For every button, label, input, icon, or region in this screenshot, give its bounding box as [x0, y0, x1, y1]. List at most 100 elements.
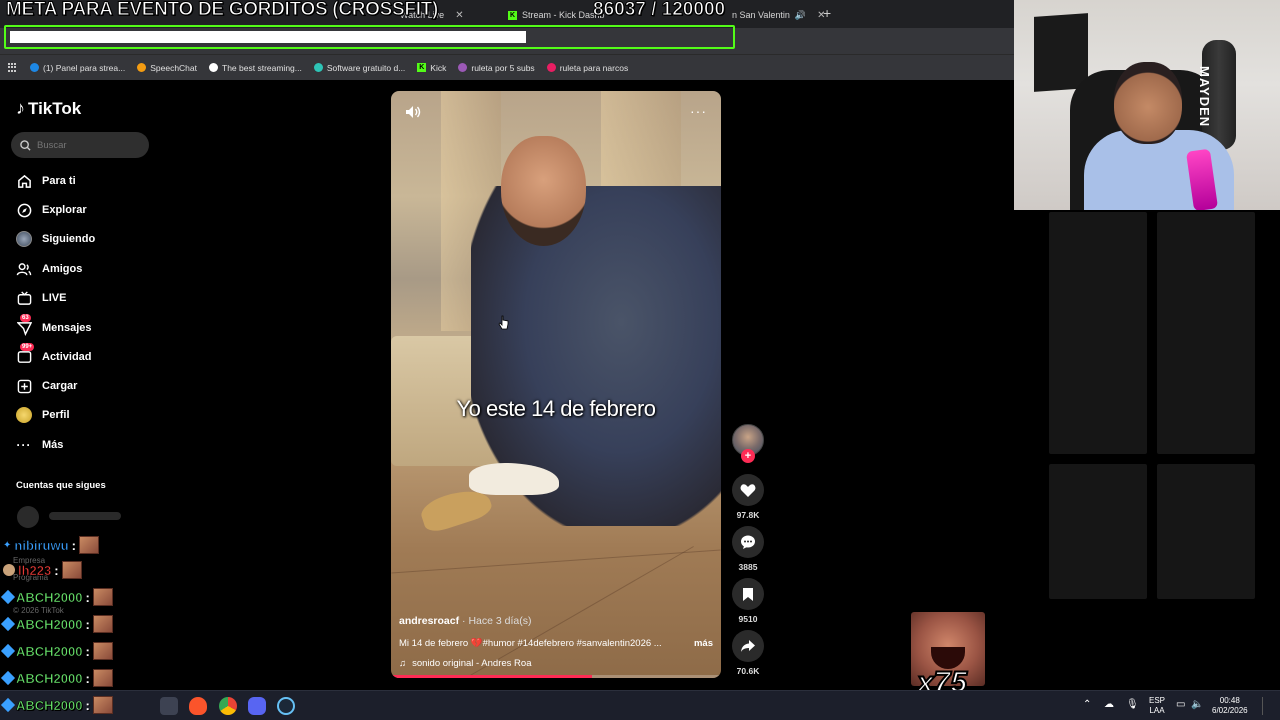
bookmark-item[interactable]: ruleta para narcos: [546, 62, 629, 73]
nav-live[interactable]: LIVE: [16, 290, 66, 306]
music-note-icon: ♫: [399, 658, 407, 669]
nav-label: Para ti: [42, 175, 76, 187]
compass-icon: [16, 202, 32, 218]
chat-username: ABCH2000: [16, 643, 83, 659]
search-input[interactable]: [37, 139, 137, 151]
clock-date: 6/02/2026: [1212, 706, 1248, 715]
language-code: ESP: [1149, 696, 1166, 705]
stream-goal-title: META PARA EVENTO DE GORDITOS (CROSSFIT): [5, 0, 439, 21]
video-description: Mi 14 de febrero 💔#humor #14defebrero #s…: [399, 638, 662, 649]
save-action[interactable]: 9510: [731, 578, 765, 624]
chat-emote-icon: [92, 669, 113, 687]
chrome-icon[interactable]: [219, 697, 237, 715]
bookmark-item[interactable]: (1) Panel para strea...: [30, 63, 125, 73]
video-sound-row[interactable]: ♫ sonido original - Andres Roa: [399, 658, 713, 669]
browser-tab-active[interactable]: n San Valentin 🔊 ✕: [732, 4, 826, 26]
taskbar-app-icon[interactable]: [160, 697, 178, 715]
chat-message: ABCH2000 :: [0, 669, 113, 687]
browser-tab[interactable]: K Stream - Kick Dashb: [508, 4, 605, 26]
discord-icon[interactable]: [248, 697, 266, 715]
nav-actividad[interactable]: 99+ Actividad: [16, 343, 92, 365]
system-clock[interactable]: 00:48 6/02/2026: [1212, 696, 1248, 716]
bookmark-item[interactable]: ruleta por 5 subs: [458, 62, 535, 73]
video-options-icon[interactable]: ···: [690, 103, 707, 119]
tray-microphone-icon[interactable]: 🎙: [1126, 700, 1139, 710]
messages-badge: 63: [20, 314, 31, 322]
show-desktop-button[interactable]: [1262, 697, 1270, 715]
following-avatar-icon: [16, 231, 32, 247]
like-action[interactable]: 97.8K: [731, 474, 765, 520]
chat-badge-icon: ✦: [3, 539, 12, 551]
speaker-icon[interactable]: 🔊: [795, 10, 806, 21]
apps-grid-icon[interactable]: [8, 62, 18, 73]
chat-separator: :: [85, 697, 90, 713]
input-language[interactable]: ESP LAA: [1149, 696, 1165, 716]
loading-tile: [1157, 464, 1255, 599]
video-author[interactable]: andresroacf: [399, 615, 459, 627]
logo-text: TikTok: [28, 98, 82, 118]
brave-browser-icon[interactable]: [189, 697, 207, 715]
video-posted-time: Hace 3 día(s): [468, 615, 532, 627]
save-button[interactable]: [732, 578, 764, 610]
loading-tile: [1157, 319, 1255, 454]
tiktok-logo[interactable]: ♪ TikTok: [16, 98, 81, 119]
video-author-line: andresroacf · Hace 3 día(s): [399, 615, 532, 627]
nav-mas[interactable]: ··· Más: [16, 437, 64, 453]
nav-siguiendo[interactable]: Siguiendo: [16, 231, 95, 247]
expand-description-button[interactable]: más: [694, 638, 713, 649]
chat-message: ABCH2000 :: [0, 588, 113, 606]
nav-mensajes[interactable]: 63 Mensajes: [16, 314, 92, 336]
chat-separator: :: [54, 562, 59, 578]
share-button[interactable]: [732, 630, 764, 662]
bookmark-label: ruleta para narcos: [559, 62, 629, 73]
home-icon: [16, 173, 32, 189]
search-bar[interactable]: [11, 132, 149, 158]
chat-username: ABCH2000: [16, 589, 83, 605]
like-button[interactable]: [732, 474, 764, 506]
nav-amigos[interactable]: Amigos: [16, 261, 82, 277]
nav-explorar[interactable]: Explorar: [16, 202, 87, 218]
bookmark-item[interactable]: The best streaming...: [209, 63, 302, 73]
bookmarks-bar: (1) Panel para strea... SpeechChat The b…: [0, 54, 1014, 80]
video-player[interactable]: Yo este 14 de febrero ··· andresroacf · …: [391, 91, 721, 678]
nav-perfil[interactable]: Perfil: [16, 407, 70, 423]
video-caption-overlay: Yo este 14 de febrero: [456, 396, 656, 421]
steam-icon[interactable]: [277, 697, 295, 715]
tray-cloud-icon[interactable]: ☁: [1104, 700, 1114, 710]
bookmark-item[interactable]: SpeechChat: [137, 63, 197, 73]
tiktok-note-icon: ♪: [16, 98, 25, 118]
share-action[interactable]: 70.6K: [731, 630, 765, 676]
diamond-badge-icon: [0, 697, 16, 713]
chat-emote-icon: [92, 696, 113, 714]
video-progress-bar[interactable]: [391, 675, 721, 678]
activity-badge: 99+: [20, 343, 35, 351]
stream-goal-progress-fill: [10, 31, 526, 43]
comment-button[interactable]: [732, 526, 764, 558]
network-icon[interactable]: ▭: [1176, 700, 1185, 710]
volume-icon[interactable]: [405, 105, 421, 124]
nav-label: LIVE: [42, 292, 67, 304]
chat-separator: :: [71, 537, 76, 553]
chat-separator: :: [85, 670, 90, 686]
bookmark-favicon-icon: [313, 63, 323, 72]
bookmark-favicon-icon: [30, 63, 39, 72]
bookmark-label: SpeechChat: [150, 62, 198, 73]
nav-para-ti[interactable]: Para ti: [16, 173, 76, 189]
chat-emote-icon: [61, 561, 82, 579]
tray-chevron-up-icon[interactable]: ⌃: [1083, 700, 1091, 710]
webcam-overlay: MAYDEN: [1014, 0, 1280, 210]
nav-cargar[interactable]: Cargar: [16, 378, 77, 394]
comment-action[interactable]: 3885: [731, 526, 765, 572]
bookmark-item[interactable]: Software gratuito d...: [313, 63, 405, 73]
loading-tile: [1049, 319, 1147, 454]
bookmark-item[interactable]: K Kick: [417, 63, 446, 73]
volume-tray-icon[interactable]: 🔈: [1191, 700, 1203, 710]
chat-separator: :: [85, 643, 90, 659]
kick-icon: K: [508, 10, 517, 20]
loading-tile: [1049, 464, 1147, 599]
new-tab-button[interactable]: +: [823, 5, 831, 21]
bookmark-label: ruleta por 5 subs: [471, 62, 535, 73]
follow-plus-icon[interactable]: +: [741, 449, 755, 463]
close-tab-icon[interactable]: ✕: [455, 10, 463, 21]
webcam-bag-brand: MAYDEN: [1197, 66, 1212, 128]
